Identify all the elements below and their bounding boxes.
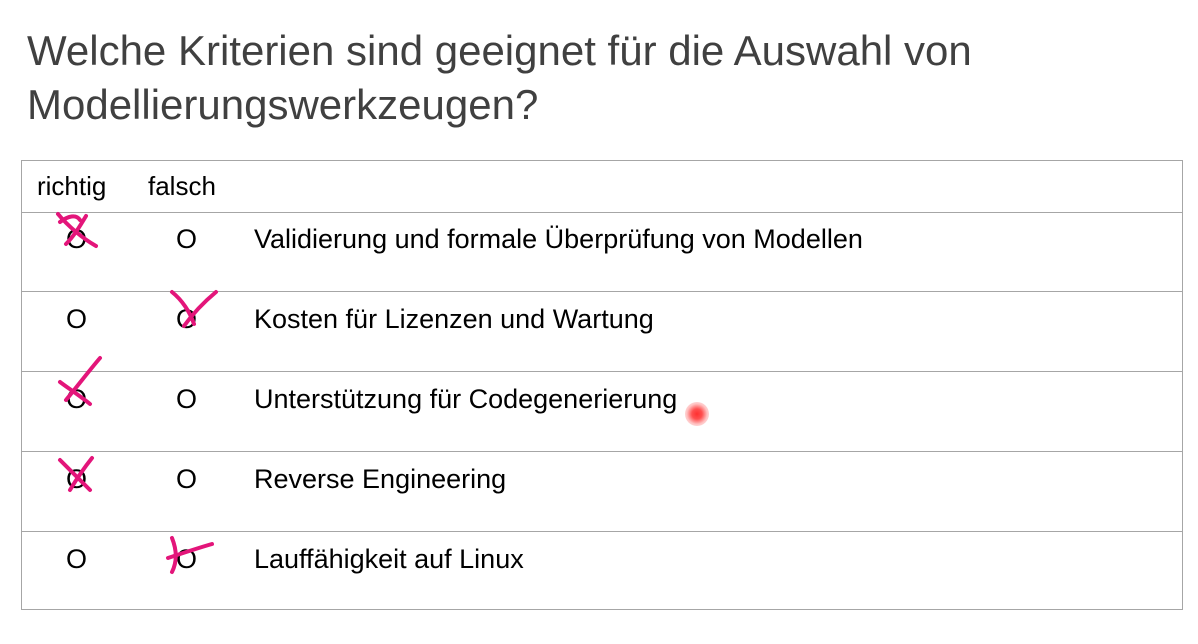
pen-cross-mark-icon — [56, 212, 98, 248]
option-falsch[interactable]: O — [176, 464, 197, 495]
option-falsch[interactable]: O — [176, 384, 197, 415]
table-header-row: richtig falsch — [22, 161, 1182, 213]
table-row: O O Validierung und formale Überprüfung … — [22, 212, 1182, 292]
criterion-label: Unterstützung für Codegenerierung — [254, 384, 678, 414]
table-row: O O Reverse Engineering — [22, 452, 1182, 532]
option-falsch[interactable]: O — [176, 224, 197, 255]
question-title: Welche Kriterien sind geeignet für die A… — [27, 27, 972, 128]
criterion-label: Lauffähigkeit auf Linux — [254, 544, 524, 574]
criterion-label: Reverse Engineering — [254, 464, 507, 494]
table-row: O O Unterstützung für Codegenerierung — [22, 372, 1182, 452]
criterion-label: Kosten für Lizenzen und Wartung — [254, 304, 654, 334]
pen-cross-mark-icon — [58, 356, 102, 406]
pen-cross-mark-icon — [166, 536, 214, 574]
pen-cross-mark-icon — [170, 290, 218, 328]
option-richtig[interactable]: O — [66, 544, 87, 575]
criterion-label: Validierung und formale Überprüfung von … — [254, 224, 863, 254]
laser-pointer-icon — [685, 402, 709, 426]
header-falsch: falsch — [148, 171, 216, 201]
pen-cross-mark-icon — [58, 456, 94, 492]
header-richtig: richtig — [37, 171, 107, 201]
option-richtig[interactable]: O — [66, 304, 87, 335]
